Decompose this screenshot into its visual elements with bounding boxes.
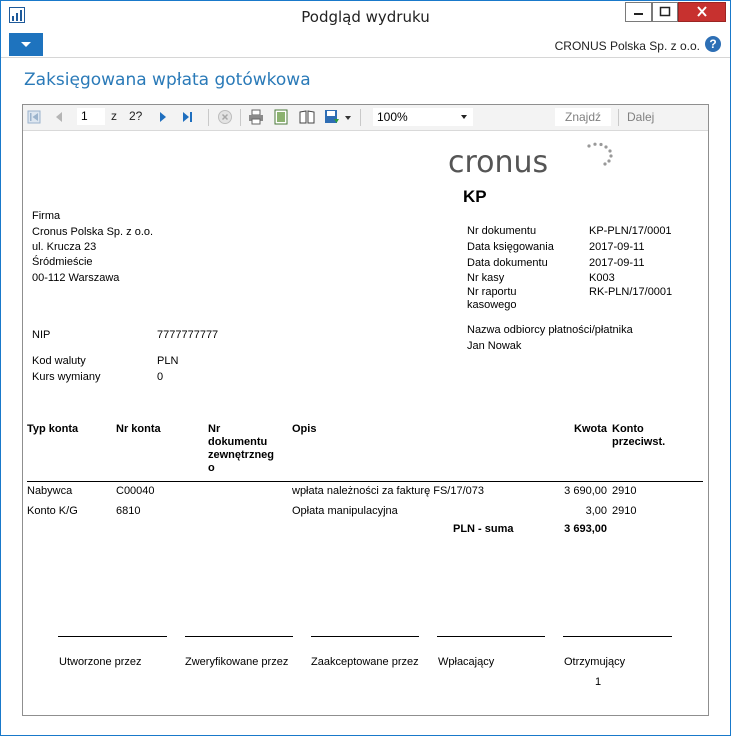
currency-value: PLN bbox=[157, 355, 179, 367]
next-page-icon[interactable] bbox=[157, 109, 169, 125]
page-title: Zaksięgowana wpłata gotówkowa bbox=[24, 70, 311, 90]
print-layout-icon[interactable] bbox=[274, 109, 288, 125]
toolbar-separator bbox=[618, 109, 619, 126]
signature-label: Zaakceptowane przez bbox=[311, 656, 419, 668]
page-of-label: z bbox=[111, 109, 117, 123]
doc-field-value: 2017-09-11 bbox=[589, 257, 645, 269]
close-button[interactable] bbox=[678, 2, 726, 22]
doc-code: KP bbox=[463, 187, 487, 206]
doc-field-label: Nr dokumentu bbox=[467, 225, 537, 237]
rate-label: Kurs wymiany bbox=[32, 371, 101, 383]
minimize-icon bbox=[634, 13, 643, 15]
toolbar-separator bbox=[240, 109, 241, 126]
chevron-down-icon bbox=[461, 115, 467, 119]
export-icon[interactable] bbox=[324, 109, 340, 125]
row-description: Opłata manipulacyjna bbox=[292, 505, 398, 517]
total-value: 3 693,00 bbox=[564, 523, 607, 535]
print-icon[interactable] bbox=[248, 109, 264, 125]
signature-line bbox=[311, 636, 419, 637]
logo-dots-icon bbox=[587, 142, 613, 166]
minimize-button[interactable] bbox=[625, 2, 652, 22]
help-icon[interactable]: ? bbox=[705, 36, 721, 52]
row-account-type: Nabywca bbox=[27, 485, 73, 497]
rate-value: 0 bbox=[157, 371, 164, 383]
report-toolbar: 1 z 2? 100% Znajdź Dalej bbox=[23, 105, 708, 131]
currency-label: Kod waluty bbox=[32, 355, 86, 367]
table-header-divider bbox=[27, 481, 703, 482]
close-icon bbox=[697, 6, 707, 17]
application-menu-button[interactable] bbox=[9, 33, 43, 56]
column-header: Nr dokumentu zewnętrzneg o bbox=[208, 423, 275, 474]
signature-label: Zweryfikowane przez bbox=[185, 656, 289, 668]
doc-field-label: Data dokumentu bbox=[467, 257, 548, 269]
row-account-no: 6810 bbox=[116, 505, 141, 517]
doc-field-value: RK-PLN/17/0001 bbox=[589, 286, 673, 298]
doc-field-value: K003 bbox=[589, 272, 615, 284]
maximize-button[interactable] bbox=[652, 2, 678, 22]
window-title: Podgląd wydruku bbox=[301, 8, 430, 26]
company-label: Firma bbox=[32, 210, 61, 222]
column-header: Nr konta bbox=[116, 423, 161, 435]
row-amount: 3,00 bbox=[585, 505, 607, 517]
company-line: Cronus Polska Sp. z o.o. bbox=[32, 226, 154, 238]
signature-label: Otrzymujący bbox=[564, 656, 626, 668]
zoom-value: 100% bbox=[377, 110, 408, 124]
doc-field-value: KP-PLN/17/0001 bbox=[589, 225, 672, 237]
report-page: cronus KP Firma Cronus Polska Sp. z o.o.… bbox=[23, 131, 708, 715]
signature-line bbox=[185, 636, 293, 637]
chevron-down-icon bbox=[21, 42, 31, 47]
title-bar: Podgląd wydruku bbox=[1, 1, 730, 32]
page-setup-icon[interactable] bbox=[299, 109, 315, 125]
nip-value: 7777777777 bbox=[157, 329, 219, 341]
page-number: 1 bbox=[595, 676, 602, 688]
row-account-no: C00040 bbox=[116, 485, 155, 497]
zoom-select[interactable]: 100% bbox=[373, 108, 473, 126]
total-label: PLN - suma bbox=[453, 523, 514, 535]
company-logo: cronus bbox=[448, 145, 549, 180]
report-viewer: 1 z 2? 100% Znajdź Dalej cronus KP Firma… bbox=[22, 104, 709, 716]
toolbar-separator bbox=[208, 109, 209, 126]
ribbon-bar: CRONUS Polska Sp. z o.o. ? bbox=[1, 32, 730, 58]
doc-field-label: Nr kasy bbox=[467, 272, 505, 284]
company-line: 00-112 Warszawa bbox=[32, 272, 120, 284]
column-header: Typ konta bbox=[27, 423, 79, 435]
doc-field-label: Data księgowania bbox=[467, 241, 554, 253]
column-header: Konto przeciwst. bbox=[612, 423, 666, 448]
toolbar-separator bbox=[360, 109, 361, 126]
row-bal-account: 2910 bbox=[612, 505, 637, 517]
signature-label: Utworzone przez bbox=[59, 656, 142, 668]
row-bal-account: 2910 bbox=[612, 485, 637, 497]
prev-page-icon[interactable] bbox=[53, 109, 65, 125]
stop-icon[interactable] bbox=[217, 109, 233, 125]
company-line: ul. Krucza 23 bbox=[32, 241, 97, 253]
company-name: CRONUS Polska Sp. z o.o. bbox=[554, 39, 700, 53]
doc-field-label: Nr raportu kasowego bbox=[467, 286, 517, 311]
signature-line bbox=[58, 636, 167, 637]
payer-name: Jan Nowak bbox=[467, 340, 522, 352]
find-next-button[interactable]: Dalej bbox=[627, 108, 654, 126]
payer-label: Nazwa odbiorcy płatności/płatnika bbox=[467, 324, 633, 336]
page-number-input[interactable]: 1 bbox=[77, 108, 105, 125]
signature-line bbox=[563, 636, 672, 637]
chevron-down-icon[interactable] bbox=[344, 109, 352, 125]
row-description: wpłata należności za fakturę FS/17/073 bbox=[292, 485, 485, 497]
row-account-type: Konto K/G bbox=[27, 505, 78, 517]
column-header: Opis bbox=[292, 423, 317, 435]
page-total: 2? bbox=[129, 109, 143, 123]
last-page-icon[interactable] bbox=[181, 109, 195, 125]
print-preview-window: Podgląd wydruku CRONUS Polska Sp. z o.o.… bbox=[0, 0, 731, 736]
company-line: Śródmieście bbox=[32, 256, 93, 268]
maximize-icon bbox=[659, 6, 671, 17]
doc-field-value: 2017-09-11 bbox=[589, 241, 645, 253]
signature-line bbox=[437, 636, 545, 637]
signature-label: Wpłacający bbox=[438, 656, 495, 668]
find-button[interactable]: Znajdź bbox=[555, 108, 611, 126]
nip-label: NIP bbox=[32, 329, 51, 341]
row-amount: 3 690,00 bbox=[564, 485, 607, 497]
first-page-icon[interactable] bbox=[27, 109, 41, 125]
column-header: Kwota bbox=[574, 423, 607, 435]
